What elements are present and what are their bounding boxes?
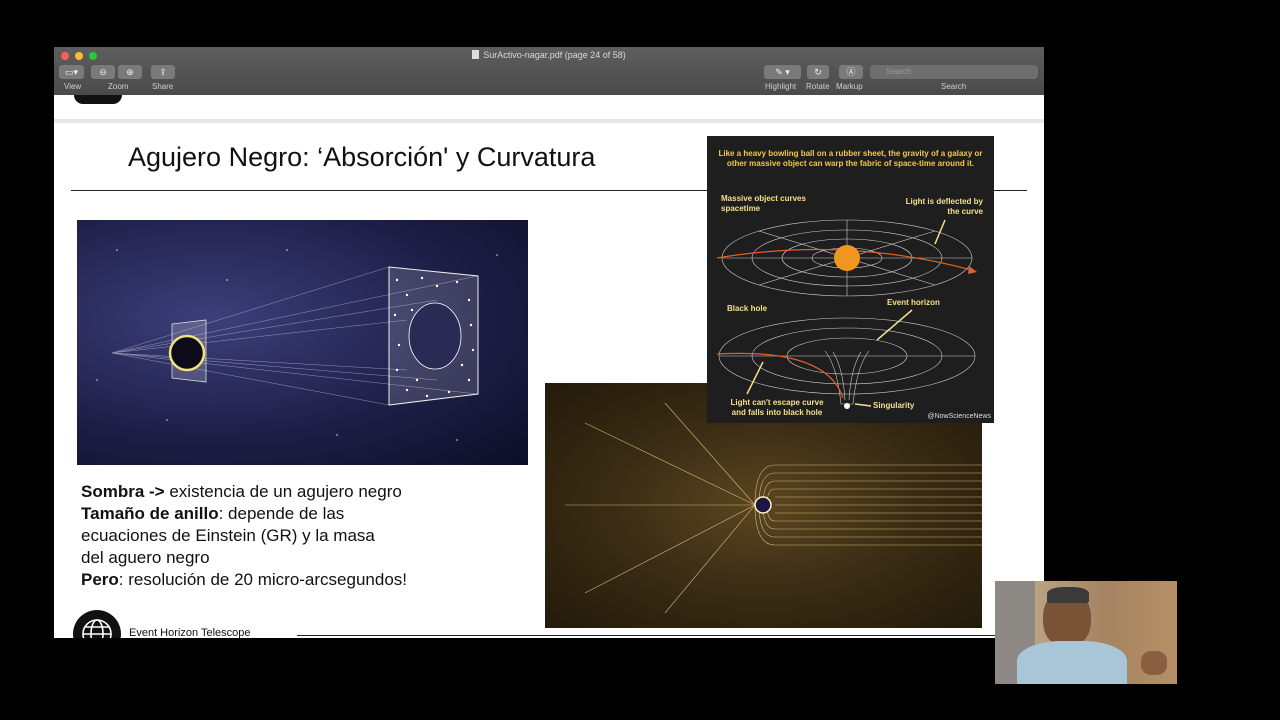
title-bar: SurActivo-nagar.pdf (page 24 of 58) ▭▾ V… [54, 47, 1044, 96]
footer-eht-text: Event Horizon Telescope [129, 627, 251, 638]
bullet-1-bold: Sombra -> [81, 482, 165, 501]
bullet-line-4: del aguero negro [81, 548, 210, 568]
search-label: Search [941, 82, 967, 91]
highlight-label: Highlight [765, 82, 797, 91]
share-button[interactable]: ⇪ [151, 65, 175, 79]
window-title: SurActivo-nagar.pdf (page 24 of 58) [54, 50, 1044, 60]
rotate-label: Rotate [806, 82, 830, 91]
bullet-5-text: : resolución de 20 micro-arcsegundos! [118, 570, 407, 589]
zoom-out-icon: ⊖ [99, 67, 107, 77]
markup-label: Markup [836, 82, 863, 91]
black-hole-shadow-illustration [77, 220, 528, 465]
eht-globe-svg [82, 619, 112, 638]
search-input[interactable]: Search [870, 65, 1038, 79]
zoom-in-button[interactable]: ⊕ [118, 65, 142, 79]
bullet-2-text: : depende de las [218, 504, 345, 523]
shadow-projection-svg [96, 249, 498, 441]
bullet-1-text: existencia de un agujero negro [164, 482, 402, 501]
markup-pen-icon: Ⓐ [846, 67, 856, 77]
slide-title: Agujero Negro: ‘Absorción' y Curvatura [128, 142, 596, 172]
presenter-cap [1047, 587, 1089, 603]
bullet-4-text: del aguero negro [81, 548, 210, 567]
bullet-line-5: Pero: resolución de 20 micro-arcsegundos… [81, 570, 407, 590]
share-label: Share [152, 82, 174, 91]
view-button[interactable]: ▭▾ [59, 65, 84, 79]
zoom-out-button[interactable]: ⊖ [91, 65, 115, 79]
presenter-webcam-video [995, 581, 1177, 684]
zoom-in-icon: ⊕ [126, 67, 134, 77]
rotate-button[interactable]: ↻ [807, 65, 829, 79]
page-separator [54, 119, 1044, 123]
bullet-line-2: Tamaño de anillo: depende de las [81, 504, 344, 524]
bullet-line-1: Sombra -> existencia de un agujero negro [81, 482, 402, 502]
footer-divider [297, 635, 1027, 636]
bullet-line-3: ecuaciones de Einstein (GR) y la masa [81, 526, 375, 546]
markup-button[interactable]: Ⓐ [839, 65, 863, 79]
spacetime-grid-svg [716, 219, 977, 409]
pdf-viewer-window: SurActivo-nagar.pdf (page 24 of 58) ▭▾ V… [54, 47, 1044, 638]
presenter-shirt [1017, 641, 1127, 684]
highlighter-icon: ✎ ▾ [775, 67, 790, 77]
previous-page-logo-fragment [74, 95, 122, 104]
pdf-document-icon [472, 50, 480, 59]
zoom-label: Zoom [108, 82, 129, 91]
spacetime-curvature-diagram: Like a heavy bowling ball on a rubber sh… [707, 136, 994, 423]
sidebar-icon: ▭▾ [64, 67, 79, 77]
view-label: View [64, 82, 82, 91]
search-placeholder: Search [886, 67, 912, 76]
window-title-text: SurActivo-nagar.pdf (page 24 of 58) [483, 50, 626, 60]
eht-logo-icon [73, 610, 121, 638]
bullet-5-bold: Pero [81, 570, 119, 589]
presenter-hand [1141, 651, 1167, 675]
highlight-button[interactable]: ✎ ▾ [764, 65, 801, 79]
share-icon: ⇪ [159, 67, 167, 77]
bullet-2-bold: Tamaño de anillo [81, 504, 219, 523]
rotate-icon: ↻ [814, 67, 822, 77]
bullet-3-text: ecuaciones de Einstein (GR) y la masa [81, 526, 375, 545]
